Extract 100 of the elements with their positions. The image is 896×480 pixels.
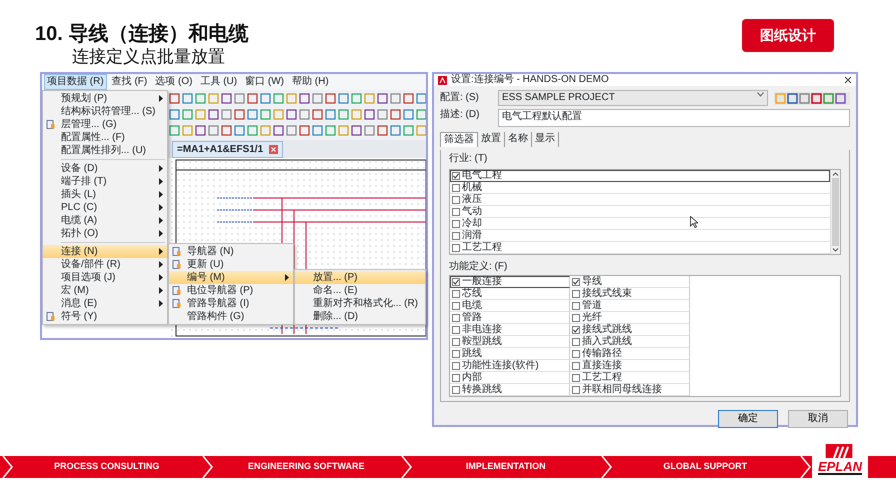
- document-icon: [172, 260, 181, 270]
- menu-item[interactable]: 导航器 (N): [169, 245, 293, 258]
- menu-item[interactable]: 端子排 (T): [43, 175, 167, 188]
- checkbox[interactable]: [572, 362, 580, 370]
- tab[interactable]: 名称: [505, 132, 532, 148]
- menu-item[interactable]: PLC (C): [43, 201, 167, 214]
- checkbox[interactable]: [572, 374, 580, 382]
- menu-bar-item[interactable]: 窗口 (W): [242, 74, 287, 90]
- checkbox[interactable]: [572, 386, 580, 394]
- checkbox[interactable]: [452, 386, 460, 394]
- checkbox[interactable]: [572, 338, 580, 346]
- checkbox[interactable]: [572, 350, 580, 358]
- checkbox[interactable]: [452, 362, 460, 370]
- menu-item[interactable]: 设备/部件 (R): [43, 258, 167, 272]
- toolbar-drawing[interactable]: [774, 92, 850, 105]
- menu-item[interactable]: 命名... (E): [295, 284, 425, 298]
- menu-item[interactable]: 拓扑 (O): [43, 227, 167, 240]
- list-item-label: 接线式线束: [582, 288, 632, 300]
- checked-checkbox[interactable]: [452, 278, 460, 286]
- cursor-icon: [690, 216, 698, 228]
- list-item-label: 机械: [462, 182, 482, 194]
- config-dropdown[interactable]: ESS SAMPLE PROJECT: [498, 90, 768, 106]
- checkbox[interactable]: [452, 232, 460, 240]
- list-item-label: 液压: [462, 194, 482, 206]
- menu-item[interactable]: 消息 (E): [43, 297, 167, 310]
- checkbox[interactable]: [452, 338, 460, 346]
- menu-item[interactable]: 重新对齐和格式化... (R): [295, 297, 425, 310]
- chevron-icon: [598, 456, 612, 478]
- checkbox[interactable]: [452, 350, 460, 358]
- checkbox[interactable]: [452, 290, 460, 298]
- checked-checkbox[interactable]: [572, 278, 580, 286]
- document-icon: [172, 286, 181, 296]
- menu-item[interactable]: 宏 (M): [43, 284, 167, 298]
- menu-item[interactable]: 层管理... (G): [43, 118, 167, 132]
- checkbox[interactable]: [452, 314, 460, 322]
- menu-item[interactable]: 删除... (D): [295, 310, 425, 324]
- checkbox[interactable]: [452, 208, 460, 216]
- submenu-arrow-icon: [285, 274, 289, 282]
- menu-item[interactable]: 结构标识符管理... (S): [43, 105, 167, 118]
- submenu-arrow-icon: [159, 95, 163, 102]
- checkbox[interactable]: [452, 196, 460, 204]
- menu-item[interactable]: 更新 (U): [169, 258, 293, 272]
- menu-item[interactable]: 符号 (Y): [43, 310, 167, 324]
- document-tab[interactable]: =MA1+A1&EFS1/1: [172, 141, 284, 158]
- menu-bar-item[interactable]: 项目数据 (R): [44, 74, 107, 90]
- tab[interactable]: 筛选器: [440, 132, 478, 148]
- menu-item[interactable]: 连接 (N): [43, 245, 167, 258]
- list-item-label: 管路: [462, 312, 482, 324]
- tab[interactable]: 显示: [532, 132, 559, 148]
- checkbox[interactable]: [572, 302, 580, 310]
- menu-item[interactable]: 插头 (L): [43, 188, 167, 202]
- menu-item[interactable]: 编号 (M): [169, 271, 293, 284]
- menu-bar-item[interactable]: 查找 (F): [108, 74, 150, 90]
- checkbox[interactable]: [452, 244, 460, 252]
- logo-text: EPLAN: [818, 460, 862, 474]
- description-field[interactable]: 电气工程默认配置: [498, 109, 850, 128]
- menu-bar-item[interactable]: 帮助 (H): [289, 74, 332, 90]
- checkbox[interactable]: [452, 374, 460, 382]
- menu-item[interactable]: 配置属性排列... (U): [43, 144, 167, 158]
- list-item-label: 功能性连接(软件): [462, 360, 539, 372]
- scroll-up-icon[interactable]: [831, 170, 840, 178]
- checkbox[interactable]: [452, 302, 460, 310]
- menu-item[interactable]: 设备 (D): [43, 162, 167, 176]
- footer-label: IMPLEMENTATION: [464, 460, 547, 474]
- menu-item[interactable]: 放置... (P): [295, 271, 425, 284]
- dialog-button[interactable]: 取消: [788, 410, 848, 428]
- checkbox[interactable]: [572, 314, 580, 322]
- checkbox[interactable]: [452, 220, 460, 228]
- document-icon: [172, 299, 181, 308]
- list-label: 行业: (T): [449, 153, 488, 166]
- checked-checkbox[interactable]: [572, 326, 580, 334]
- list-item-label: 跳线: [462, 348, 482, 360]
- list-item-label: 芯线: [462, 288, 482, 300]
- document-icon: [46, 312, 55, 322]
- menu-item[interactable]: 项目选项 (J): [43, 271, 167, 284]
- slide-subtitle: 连接定义点批量放置: [72, 46, 226, 68]
- menu-item[interactable]: 配置属性... (F): [43, 131, 167, 144]
- list-item-label: 润滑: [462, 230, 482, 242]
- checkbox[interactable]: [452, 184, 460, 192]
- caret-icon: [757, 92, 764, 98]
- menu-item[interactable]: 电位导航器 (P): [169, 284, 293, 298]
- checked-checkbox[interactable]: [452, 172, 460, 180]
- list-item-label: 接线式跳线: [582, 324, 632, 336]
- footer-label: ENGINEERING SOFTWARE: [246, 460, 366, 474]
- list-item-label: 电缆: [462, 300, 482, 312]
- menu-item[interactable]: 管路构件 (G): [169, 310, 293, 324]
- close-icon[interactable]: [844, 76, 852, 84]
- dialog-button[interactable]: 确定: [718, 410, 778, 428]
- menu-bar-item[interactable]: 选项 (O): [152, 74, 196, 90]
- scroll-down-icon[interactable]: [831, 246, 840, 254]
- field-label: 描述: (D): [440, 109, 480, 122]
- tab[interactable]: 放置: [478, 132, 505, 148]
- menu-bar-item[interactable]: 工具 (U): [197, 74, 240, 90]
- checkbox[interactable]: [452, 326, 460, 334]
- menu-item[interactable]: 预规划 (P): [43, 92, 167, 106]
- menu-item[interactable]: 电缆 (A): [43, 214, 167, 228]
- checkbox[interactable]: [572, 290, 580, 298]
- footer-label: GLOBAL SUPPORT: [662, 460, 748, 474]
- menu-item[interactable]: 管路导航器 (I): [169, 297, 293, 310]
- scrollbar-thumb[interactable]: [832, 178, 839, 246]
